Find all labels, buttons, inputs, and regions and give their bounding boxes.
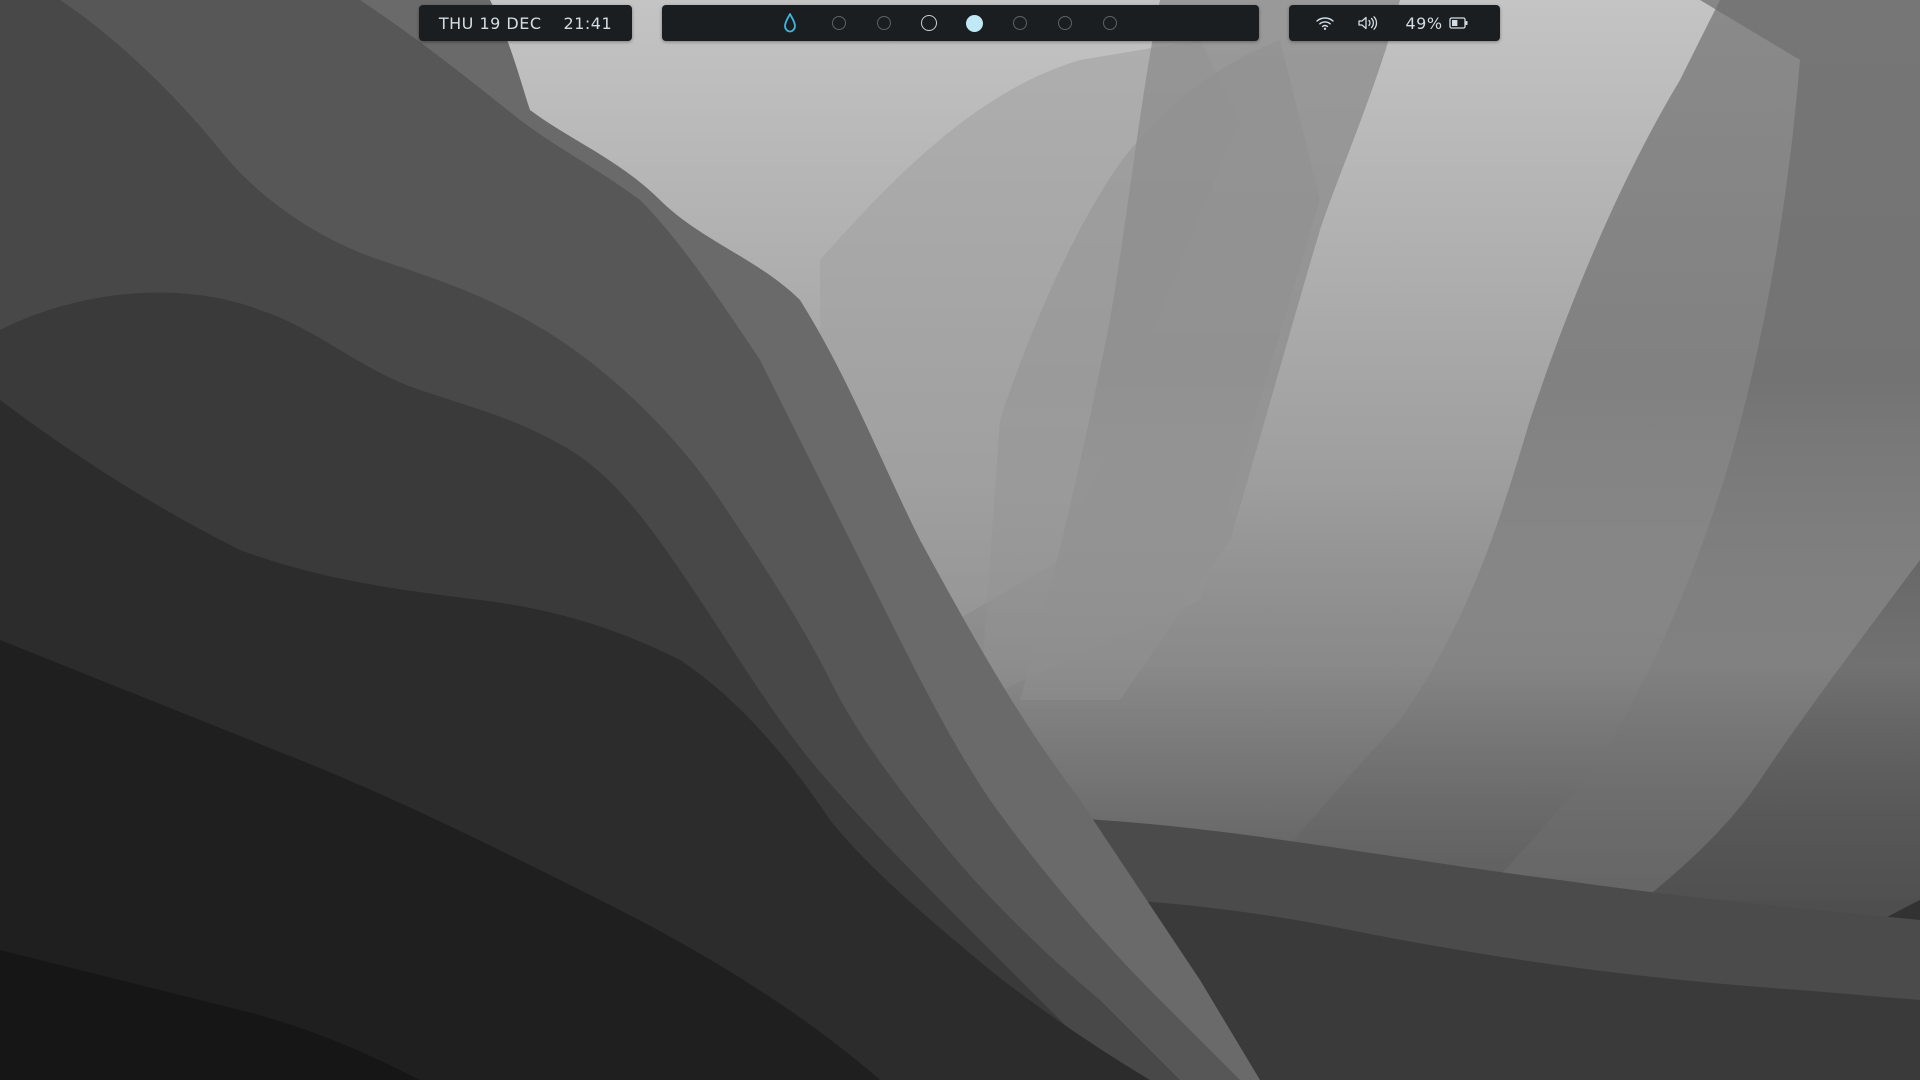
volume-icon[interactable] <box>1355 5 1381 41</box>
wifi-icon[interactable] <box>1313 5 1337 41</box>
workspace-7[interactable] <box>1103 16 1117 30</box>
time-label: 21:41 <box>563 13 613 33</box>
workspace-3[interactable] <box>921 15 937 31</box>
workspace-5[interactable] <box>1013 16 1027 30</box>
desktop-wallpaper <box>0 0 1920 1080</box>
date-label: THU 19 DEC <box>438 13 542 33</box>
workspace-2[interactable] <box>877 16 891 30</box>
workspace-6[interactable] <box>1058 16 1072 30</box>
workspace-4-active[interactable] <box>966 14 983 32</box>
system-tray: 49% <box>1289 5 1500 41</box>
battery-icon[interactable] <box>1447 5 1471 41</box>
water-drop-icon[interactable] <box>778 11 802 35</box>
workspace-1[interactable] <box>832 16 846 30</box>
clock-widget[interactable]: THU 19 DEC 21:41 <box>419 5 632 41</box>
battery-percent: 49% <box>1405 13 1443 33</box>
mountain-wallpaper <box>0 0 1920 1080</box>
workspace-switcher <box>662 5 1259 41</box>
